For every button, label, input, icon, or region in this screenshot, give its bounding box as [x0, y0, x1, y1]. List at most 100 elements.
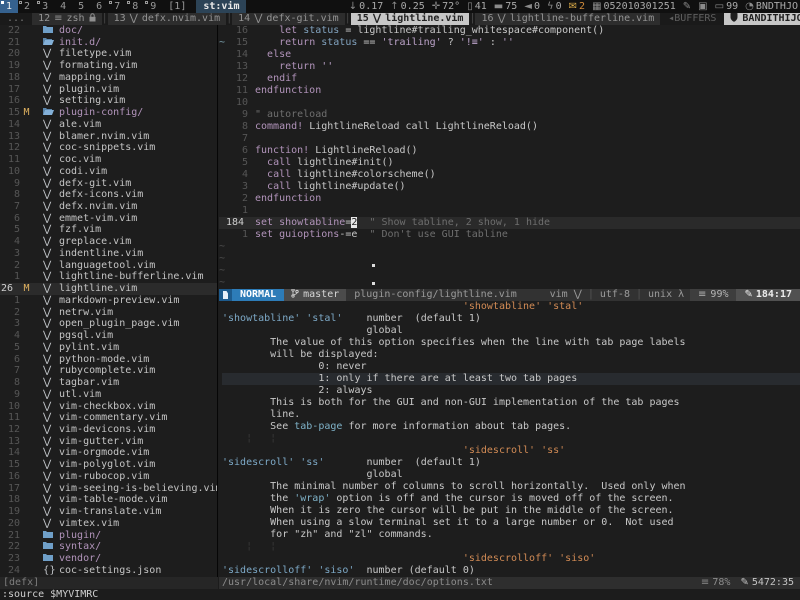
- defx-row[interactable]: 2⋁netrw.vim: [0, 307, 217, 319]
- editor-line[interactable]: 13 return '': [219, 61, 800, 73]
- workspace-tag-5[interactable]: 5: [72, 0, 90, 13]
- help-line[interactable]: the 'wrap' option is off and the cursor …: [222, 493, 800, 505]
- defx-row[interactable]: 16⋁setting.vim: [0, 95, 217, 107]
- defx-row[interactable]: 13⋁blamer.nvim.vim: [0, 131, 217, 143]
- defx-row[interactable]: 10⋁vim-checkbox.vim: [0, 401, 217, 413]
- help-line[interactable]: 0: never: [222, 361, 800, 373]
- defx-row[interactable]: 14⋁ale.vim: [0, 119, 217, 131]
- defx-row[interactable]: 5⋁pylint.vim: [0, 342, 217, 354]
- defx-row[interactable]: 1⋁markdown-preview.vim: [0, 295, 217, 307]
- defx-row[interactable]: 17⋁vim-seeing-is-believing.vim: [0, 483, 217, 495]
- workspace-tag-2[interactable]: 2: [18, 0, 36, 13]
- workspace-tag-6[interactable]: 6: [90, 0, 108, 13]
- defx-row[interactable]: 20⋁vimtex.vim: [0, 518, 217, 530]
- defx-row[interactable]: 9⋁defx-git.vim: [0, 178, 217, 190]
- defx-row[interactable]: 4⋁greplace.vim: [0, 236, 217, 248]
- defx-row[interactable]: 14⋁vim-orgmode.vim: [0, 447, 217, 459]
- defx-row[interactable]: 16⋁vim-rubocop.vim: [0, 471, 217, 483]
- editor-line[interactable]: 14 else: [219, 49, 800, 61]
- defx-row[interactable]: 13⋁vim-gutter.vim: [0, 436, 217, 448]
- defx-row[interactable]: 21init.d/: [0, 37, 217, 49]
- help-line[interactable]: When it is zero the cursor will be put i…: [222, 505, 800, 517]
- help-line[interactable]: The value of this option specifies when …: [222, 337, 800, 349]
- defx-row[interactable]: 7⋁rubycomplete.vim: [0, 365, 217, 377]
- defx-row[interactable]: 11⋁coc.vim: [0, 154, 217, 166]
- defx-row[interactable]: 2⋁languagetool.vim: [0, 260, 217, 272]
- help-line[interactable]: 'sidescrolloff' 'siso': [222, 553, 800, 565]
- tmux-window-15[interactable]: 15⋁lightline.vim: [351, 13, 470, 25]
- defx-row[interactable]: 8⋁tagbar.vim: [0, 377, 217, 389]
- tmux-window-16[interactable]: 16⋁lightline-bufferline.vim: [475, 13, 660, 25]
- tmux-window-14[interactable]: 14⋁defx-git.vim: [232, 13, 345, 25]
- defx-row[interactable]: 18⋁mapping.vim: [0, 72, 217, 84]
- defx-row[interactable]: 1⋁lightline-bufferline.vim: [0, 271, 217, 283]
- workspace-tag-1[interactable]: 1: [0, 0, 18, 13]
- editor-line[interactable]: ~: [219, 265, 800, 277]
- defx-row[interactable]: 3⋁open_plugin_page.vim: [0, 318, 217, 330]
- defx-row[interactable]: 9⋁utl.vim: [0, 389, 217, 401]
- defx-row[interactable]: 24{}coc-settings.json: [0, 565, 217, 577]
- editor-line[interactable]: ~: [219, 277, 800, 289]
- defx-row[interactable]: 8⋁defx-icons.vim: [0, 189, 217, 201]
- editor-line[interactable]: 2endfunction: [219, 193, 800, 205]
- help-line[interactable]: global: [222, 469, 800, 481]
- editor-line[interactable]: ~: [219, 253, 800, 265]
- defx-row[interactable]: 11⋁vim-commentary.vim: [0, 412, 217, 424]
- defx-file-tree[interactable]: 22doc/21init.d/20⋁filetype.vim19⋁formati…: [0, 25, 218, 577]
- help-line[interactable]: 'sidescroll' 'ss' number (default 1): [222, 457, 800, 469]
- help-line[interactable]: 'showtabline' 'stal' number (default 1): [222, 313, 800, 325]
- help-line[interactable]: for "zh" and "zl" commands.: [222, 529, 800, 541]
- editor-line[interactable]: 12 endif: [219, 73, 800, 85]
- defx-row[interactable]: 22doc/: [0, 25, 217, 37]
- help-line[interactable]: global: [222, 325, 800, 337]
- defx-row[interactable]: 12⋁vim-devicons.vim: [0, 424, 217, 436]
- help-line[interactable]: 2: always: [222, 385, 800, 397]
- help-window[interactable]: 'showtabline' 'stal''showtabline' 'stal'…: [219, 301, 800, 577]
- help-line[interactable]: line.: [222, 409, 800, 421]
- defx-row[interactable]: 15Mplugin-config/: [0, 107, 217, 119]
- defx-row[interactable]: 23vendor/: [0, 553, 217, 565]
- editor-line[interactable]: 4 call lightline#colorscheme(): [219, 169, 800, 181]
- defx-row[interactable]: 20⋁filetype.vim: [0, 48, 217, 60]
- help-line[interactable]: ¦ ¦: [222, 433, 800, 445]
- defx-row[interactable]: 4⋁pgsql.vim: [0, 330, 217, 342]
- help-line[interactable]: 1: only if there are at least two tab pa…: [222, 373, 800, 385]
- editor-line[interactable]: 1: [219, 205, 800, 217]
- defx-row[interactable]: 19⋁vim-translate.vim: [0, 506, 217, 518]
- help-link[interactable]: 'wrap': [294, 493, 330, 504]
- defx-row[interactable]: 19⋁formating.vim: [0, 60, 217, 72]
- defx-row[interactable]: 3⋁indentline.vim: [0, 248, 217, 260]
- editor-line[interactable]: 9" autoreload: [219, 109, 800, 121]
- editor-line[interactable]: ~15 return status == 'trailing' ? '!≡' :…: [219, 37, 800, 49]
- editor-line[interactable]: 6function! LightlineReload(): [219, 145, 800, 157]
- tmux-window-12[interactable]: 12≡zsh: [32, 13, 102, 25]
- vim-command-line[interactable]: :source $MYVIMRC: [0, 589, 800, 600]
- defx-row[interactable]: 6⋁emmet-vim.vim: [0, 213, 217, 225]
- defx-row[interactable]: 22syntax/: [0, 541, 217, 553]
- workspace-tag-8[interactable]: 8: [126, 0, 144, 13]
- workspace-tag-4[interactable]: 4: [54, 0, 72, 13]
- defx-row[interactable]: 26M⋁lightline.vim: [0, 283, 217, 295]
- editor-line[interactable]: 1set guioptions-=e " Don't use GUI tabli…: [219, 229, 800, 241]
- help-link[interactable]: tab-page: [294, 421, 342, 432]
- help-line[interactable]: The minimal number of columns to scroll …: [222, 481, 800, 493]
- workspace-tag-7[interactable]: 7: [108, 0, 126, 13]
- editor-window[interactable]: 16 let status = lightline#trailing_white…: [219, 25, 800, 289]
- tmux-window-13[interactable]: 13⋁defx.nvim.vim: [108, 13, 227, 25]
- defx-row[interactable]: 15⋁vim-polyglot.vim: [0, 459, 217, 471]
- help-line[interactable]: will be displayed:: [222, 349, 800, 361]
- editor-line[interactable]: 11endfunction: [219, 85, 800, 97]
- defx-row[interactable]: 18⋁vim-table-mode.vim: [0, 494, 217, 506]
- help-line[interactable]: See tab-page for more information about …: [222, 421, 800, 433]
- editor-line[interactable]: 5 call lightline#init(): [219, 157, 800, 169]
- editor-line[interactable]: 7: [219, 133, 800, 145]
- defx-row[interactable]: 7⋁defx.nvim.vim: [0, 201, 217, 213]
- defx-row[interactable]: 21plugin/: [0, 530, 217, 542]
- editor-line[interactable]: ~: [219, 241, 800, 253]
- help-line[interactable]: When using a slow terminal set it to a l…: [222, 517, 800, 529]
- defx-row[interactable]: 12⋁coc-snippets.vim: [0, 142, 217, 154]
- defx-row[interactable]: 5⋁fzf.vim: [0, 224, 217, 236]
- editor-line[interactable]: 8command! LightlineReload call Lightline…: [219, 121, 800, 133]
- workspace-tag-9[interactable]: 9: [144, 0, 162, 13]
- help-line[interactable]: This is both for the GUI and non-GUI imp…: [222, 397, 800, 409]
